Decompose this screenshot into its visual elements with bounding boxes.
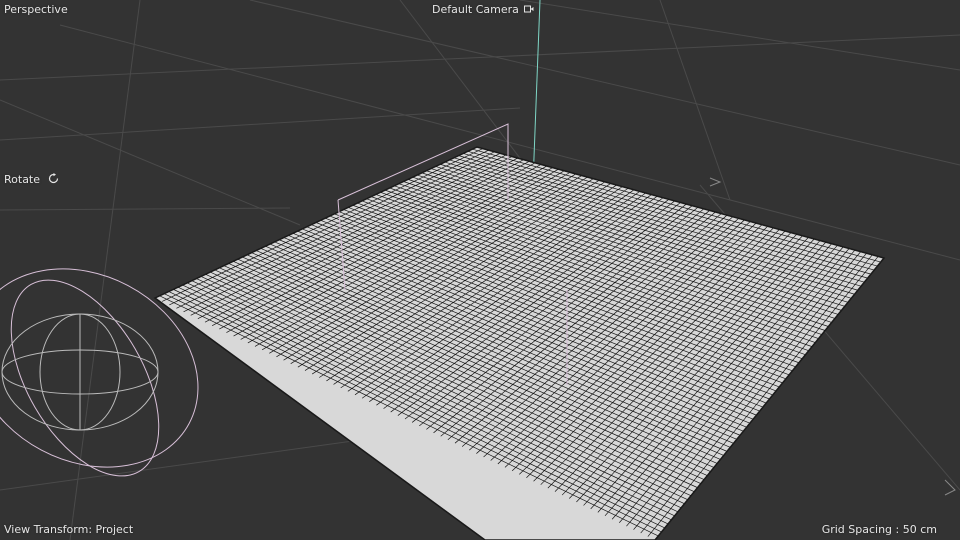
wire-mesh[interactable] xyxy=(153,146,886,540)
rotate-icon xyxy=(48,173,58,184)
x-axis-arrow xyxy=(709,177,722,187)
rotate-gizmo[interactable] xyxy=(0,230,233,505)
navigation-mode[interactable]: Rotate xyxy=(4,173,59,187)
camera-label: Default Camera xyxy=(432,3,519,16)
camera-selector[interactable]: Default Camera xyxy=(432,3,534,17)
camera-icon xyxy=(524,5,534,13)
view-transform-label: View Transform: Project xyxy=(4,523,134,536)
rotate-label: Rotate xyxy=(4,173,41,186)
view-name-label[interactable]: Perspective xyxy=(4,3,68,17)
grid-spacing-label: Grid Spacing : 50 cm xyxy=(821,523,937,536)
3d-viewport[interactable] xyxy=(0,0,960,540)
